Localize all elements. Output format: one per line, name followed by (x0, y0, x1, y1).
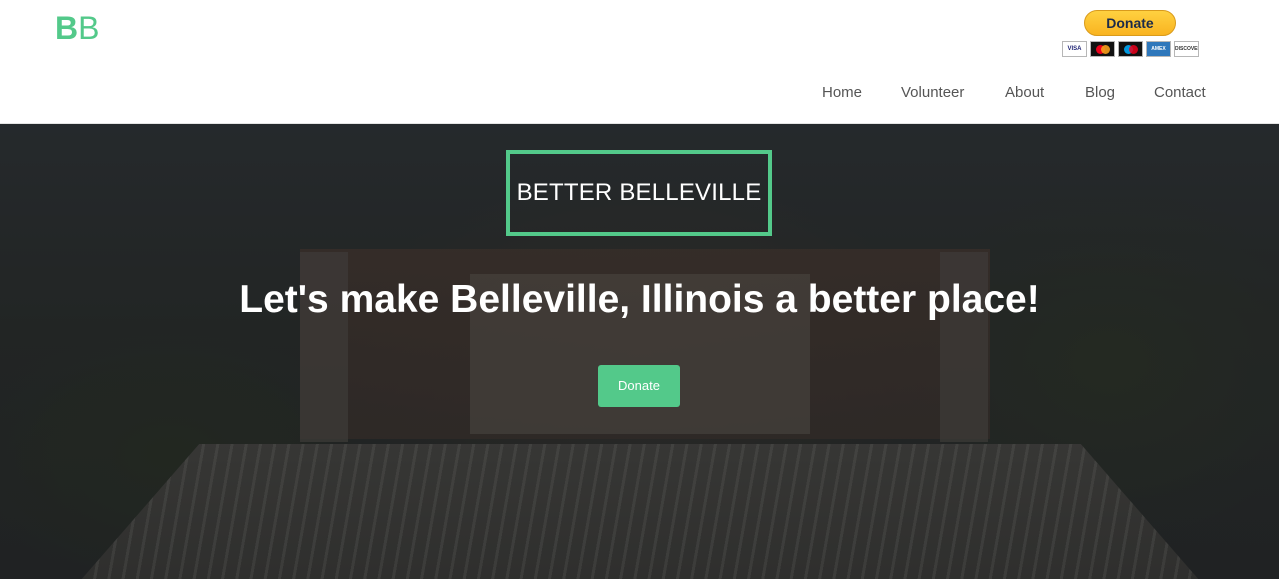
amex-card-icon: AMEX (1146, 41, 1171, 57)
maestro-card-icon (1118, 41, 1143, 57)
visa-card-icon: VISA (1062, 41, 1087, 57)
hero-title-box: BETTER BELLEVILLE (506, 150, 772, 236)
paypal-donate-widget: Donate VISA AMEX DISCOVER (1062, 10, 1199, 60)
site-header: B B Donate VISA AMEX DISCOVER Home Volun… (0, 0, 1279, 124)
nav-item-volunteer[interactable]: Volunteer (901, 82, 964, 104)
mastercard-icon (1090, 41, 1115, 57)
main-nav: Home Volunteer About Blog Contact (0, 82, 1279, 106)
discover-card-icon: DISCOVER (1174, 41, 1199, 57)
paypal-donate-button[interactable]: Donate (1084, 10, 1176, 36)
hero-headline: Let's make Belleville, Illinois a better… (239, 278, 1040, 321)
payment-cards: VISA AMEX DISCOVER (1062, 41, 1199, 57)
nav-item-home[interactable]: Home (822, 82, 862, 104)
logo-letter-light: B (78, 10, 100, 46)
nav-item-contact[interactable]: Contact (1154, 82, 1206, 104)
nav-item-about[interactable]: About (1005, 82, 1044, 104)
logo-letter-bold: B (55, 10, 79, 46)
nav-item-blog[interactable]: Blog (1085, 82, 1115, 104)
site-logo[interactable]: B B (55, 10, 99, 46)
hero-donate-button[interactable]: Donate (598, 365, 680, 407)
hero-section: BETTER BELLEVILLE Let's make Belleville,… (0, 124, 1279, 579)
hero-title: BETTER BELLEVILLE (516, 179, 762, 206)
